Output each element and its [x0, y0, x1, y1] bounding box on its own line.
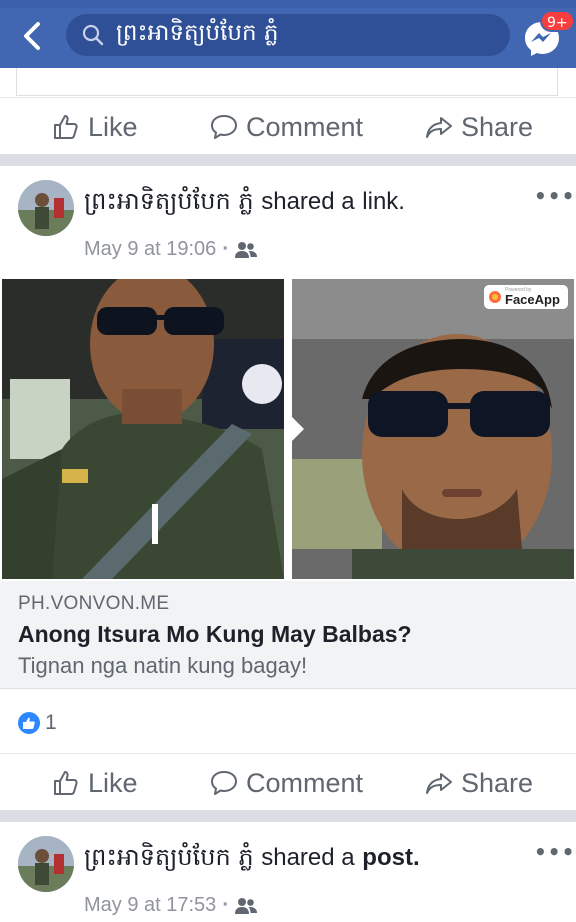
avatar[interactable]	[18, 180, 74, 236]
top-navigation-bar: ព្រះអាទិត្យបំបែក ភ្លំ 9+	[0, 0, 576, 68]
post-timestamp[interactable]: May 9 at 19:06	[84, 238, 216, 261]
feed-separator	[0, 810, 576, 822]
friends-icon	[234, 897, 257, 914]
like-button[interactable]: Like	[52, 754, 138, 812]
post-object[interactable]: post.	[362, 844, 419, 871]
like-label: Like	[88, 111, 138, 142]
post-meta: May 9 at 17:53 ·	[84, 894, 257, 917]
link-preview-caption[interactable]: PH.VONVON.ME Anong Itsura Mo Kung May Ba…	[0, 581, 576, 689]
faceapp-watermark: Powered by FaceApp	[484, 285, 568, 309]
share-icon	[426, 773, 452, 794]
avatar-image	[18, 836, 74, 892]
post-options-button[interactable]: •••	[534, 840, 575, 864]
author-name[interactable]: ព្រះអាទិត្យបំបែក ភ្លំ	[84, 843, 254, 871]
comment-label: Comment	[246, 111, 364, 142]
feed-separator	[0, 154, 576, 166]
post-verb: shared a	[261, 844, 355, 871]
friends-icon	[234, 241, 257, 258]
meta-separator: ·	[222, 894, 229, 916]
share-label: Share	[461, 767, 534, 798]
search-query: ព្រះអាទិត្យបំបែក ភ្លំ	[116, 19, 279, 46]
avatar[interactable]	[18, 836, 74, 892]
post-verb: shared a	[261, 188, 355, 215]
search-icon	[82, 24, 104, 46]
thumbs-up-icon	[54, 115, 78, 139]
comment-icon	[211, 115, 237, 139]
share-icon	[426, 117, 452, 138]
post-author-line: ព្រះអាទិត្យបំបែក ភ្លំ shared a link.	[84, 186, 405, 221]
back-button[interactable]	[14, 18, 50, 54]
edited-photo	[292, 279, 574, 579]
link-preview-image[interactable]: Powered by FaceApp	[0, 279, 576, 581]
avatar-image	[18, 180, 74, 236]
original-photo	[2, 279, 284, 579]
post-object[interactable]: link.	[362, 188, 405, 215]
post-options-button[interactable]: •••	[534, 184, 575, 208]
like-label: Like	[88, 767, 138, 798]
notification-badge: 9+	[540, 10, 575, 32]
like-button[interactable]: Like	[52, 98, 138, 156]
comment-label: Comment	[246, 767, 364, 798]
comment-button[interactable]: Comment	[210, 754, 363, 812]
comment-button[interactable]: Comment	[210, 98, 363, 156]
like-reaction-icon	[18, 712, 40, 734]
status-strip	[0, 0, 576, 8]
previous-post-attachment	[16, 68, 558, 96]
comment-icon	[211, 771, 237, 795]
reaction-count: 1	[45, 711, 57, 734]
post-author-line: ព្រះអាទិត្យបំបែក ភ្លំ shared a post.	[84, 842, 420, 877]
share-label: Share	[461, 111, 534, 142]
arrow-right-icon	[290, 415, 304, 443]
share-button[interactable]: Share	[425, 754, 533, 812]
link-title: Anong Itsura Mo Kung May Balbas?	[18, 621, 412, 647]
share-button[interactable]: Share	[425, 98, 533, 156]
meta-separator: ·	[222, 238, 229, 260]
link-description: Tignan nga natin kung bagay!	[18, 653, 308, 678]
thumbs-up-icon	[54, 771, 78, 795]
post-meta: May 9 at 19:06 ·	[84, 238, 257, 261]
author-name[interactable]: ព្រះអាទិត្យបំបែក ភ្លំ	[84, 187, 254, 215]
post-timestamp[interactable]: May 9 at 17:53	[84, 894, 216, 917]
faceapp-logo-icon	[489, 291, 501, 303]
search-input[interactable]: ព្រះអាទិត្យបំបែក ភ្លំ	[66, 14, 510, 56]
post-action-bar: Like Comment Share	[0, 97, 576, 155]
link-domain: PH.VONVON.ME	[18, 593, 170, 614]
reaction-summary[interactable]: 1	[18, 709, 57, 737]
watermark-text: FaceApp	[505, 292, 560, 307]
post-action-bar: Like Comment Share	[0, 753, 576, 811]
chevron-left-icon	[24, 22, 40, 50]
